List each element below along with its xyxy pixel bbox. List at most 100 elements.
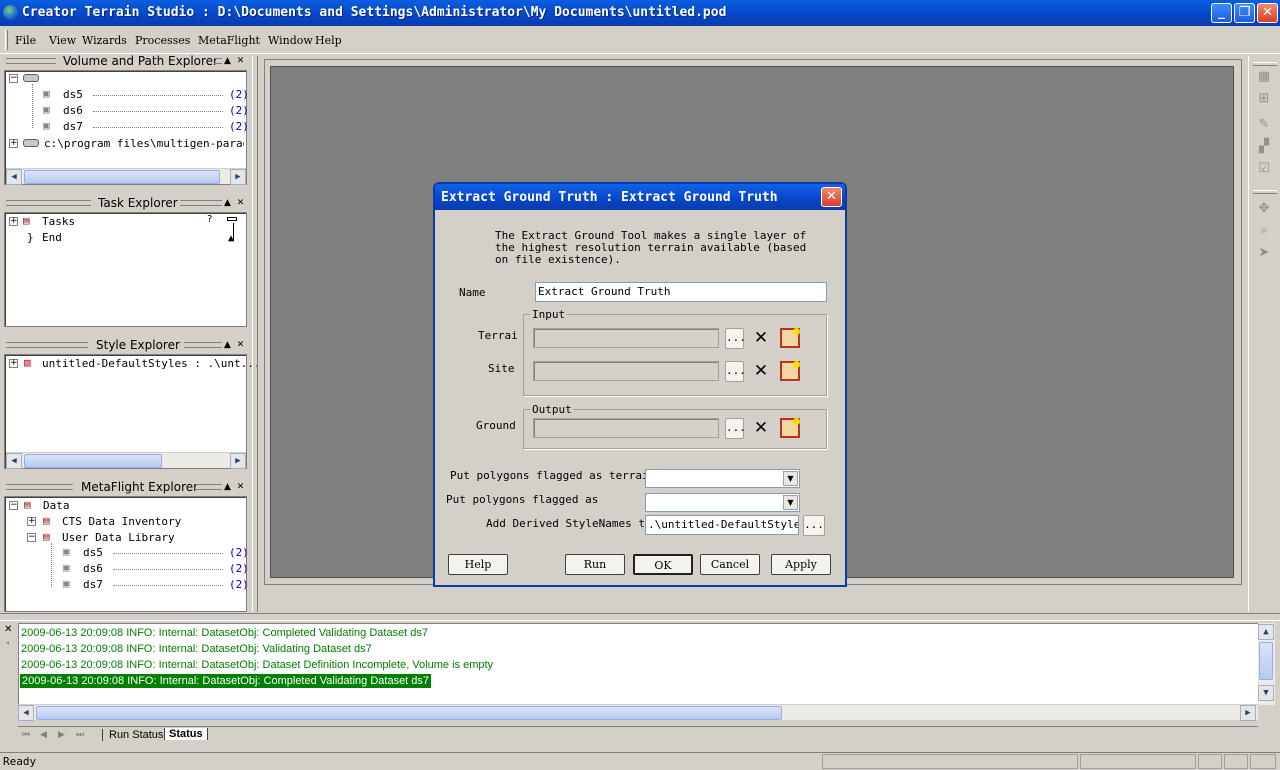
- stylenames-input[interactable]: .\untitled-DefaultStyles.: [645, 515, 799, 535]
- panel-close-icon[interactable]: ✕: [235, 482, 246, 493]
- tree-item-ds7[interactable]: ▣ ds7 (2): [63, 577, 249, 593]
- scroll-thumb[interactable]: [36, 706, 782, 720]
- scroll-left-icon[interactable]: ◀: [6, 169, 22, 185]
- apply-button[interactable]: Apply: [771, 554, 831, 575]
- prev-tab-icon[interactable]: ◀: [40, 730, 47, 740]
- metaflight-explorer-header[interactable]: MetaFlight Explorer ▲ ✕: [4, 480, 248, 496]
- window-title-bar[interactable]: Creator Terrain Studio : D:\Documents an…: [0, 0, 1280, 26]
- horizontal-splitter[interactable]: [0, 613, 1280, 621]
- restore-button[interactable]: ❐: [1234, 3, 1255, 23]
- dialog-close-button[interactable]: ✕: [821, 187, 842, 207]
- tree-item-ds6[interactable]: ▣ ds6 (2): [43, 103, 249, 119]
- dialog-title-bar[interactable]: Extract Ground Truth : Extract Ground Tr…: [435, 184, 845, 210]
- grid-icon[interactable]: ▦: [1256, 70, 1272, 84]
- scroll-right-icon[interactable]: ▶: [1240, 705, 1256, 721]
- minimize-button[interactable]: _: [1211, 3, 1232, 23]
- chevron-down-icon[interactable]: ▼: [783, 495, 798, 510]
- chevron-down-icon[interactable]: ▼: [783, 471, 798, 486]
- expand-icon[interactable]: +: [9, 217, 18, 226]
- menu-wizards[interactable]: Wizards: [82, 34, 127, 47]
- vertical-splitter[interactable]: [252, 56, 258, 612]
- ground-new-icon[interactable]: [780, 418, 800, 438]
- panel-maximize-icon[interactable]: ▲: [222, 340, 233, 351]
- horizontal-scrollbar[interactable]: ◀ ▶: [6, 168, 246, 185]
- scroll-right-icon[interactable]: ▶: [230, 169, 246, 185]
- ground-browse-button[interactable]: ...: [725, 418, 746, 439]
- help-button[interactable]: Help: [448, 554, 508, 575]
- scroll-left-icon[interactable]: ◀: [6, 453, 22, 469]
- tree-item-ds6[interactable]: ▣ ds6 (2): [63, 561, 249, 577]
- scroll-up-icon[interactable]: ▲: [1258, 624, 1274, 640]
- close-window-button[interactable]: ✕: [1257, 3, 1278, 23]
- menu-grip[interactable]: [5, 30, 8, 50]
- menu-file[interactable]: File: [15, 34, 36, 47]
- zoom-icon[interactable]: ⌕: [1256, 224, 1272, 238]
- scroll-thumb[interactable]: [1259, 642, 1273, 680]
- scroll-right-icon[interactable]: ▶: [230, 453, 246, 469]
- terrain-browse-button[interactable]: ...: [725, 328, 746, 349]
- site-clear-icon[interactable]: ✕: [751, 361, 771, 381]
- expand-icon[interactable]: −: [27, 533, 36, 542]
- layers-icon[interactable]: ▞: [1256, 140, 1272, 154]
- tree-item-end[interactable]: End: [42, 231, 62, 247]
- ok-button[interactable]: OK: [633, 554, 693, 575]
- horizontal-scrollbar[interactable]: ◀ ▶: [6, 452, 246, 469]
- log-pin-icon[interactable]: ◂: [5, 638, 10, 647]
- scroll-thumb[interactable]: [24, 170, 220, 184]
- expand-icon[interactable]: −: [9, 501, 18, 510]
- check-icon[interactable]: ☑: [1256, 162, 1272, 176]
- volume-explorer-header[interactable]: Volume and Path Explorer ▲ ✕: [4, 54, 248, 70]
- next-tab-icon[interactable]: ▶: [58, 730, 65, 740]
- tree-item-tasks[interactable]: Tasks: [42, 215, 75, 231]
- panel-maximize-icon[interactable]: ▲: [222, 198, 233, 209]
- menu-metaflight[interactable]: MetaFlight: [198, 34, 260, 47]
- task-explorer-header[interactable]: Task Explorer ▲ ✕: [4, 196, 248, 212]
- menu-view[interactable]: View: [49, 34, 76, 47]
- menu-window[interactable]: Window: [268, 34, 313, 47]
- panel-maximize-icon[interactable]: ▲: [222, 56, 233, 67]
- tree-item-data[interactable]: Data: [43, 499, 70, 515]
- menu-help[interactable]: Help: [315, 34, 342, 47]
- site-browse-button[interactable]: ...: [725, 361, 746, 382]
- tree-item-ds5[interactable]: ▣ ds5 (2): [43, 87, 249, 103]
- polygons-select[interactable]: ▼: [645, 493, 800, 512]
- terrain-polygons-select[interactable]: ▼: [645, 469, 800, 488]
- site-input[interactable]: [533, 361, 719, 381]
- ground-input[interactable]: [533, 418, 719, 438]
- ground-clear-icon[interactable]: ✕: [751, 418, 771, 438]
- expand-icon[interactable]: +: [27, 517, 36, 526]
- stylenames-browse-button[interactable]: ...: [803, 515, 825, 536]
- move-icon[interactable]: ✥: [1256, 202, 1272, 216]
- tree-item-cts-inventory[interactable]: CTS Data Inventory: [62, 515, 181, 531]
- panel-maximize-icon[interactable]: ▲: [222, 482, 233, 493]
- run-button[interactable]: Run: [565, 554, 625, 575]
- scroll-down-icon[interactable]: ▼: [1258, 685, 1274, 701]
- cancel-button[interactable]: Cancel: [700, 554, 760, 575]
- pointer-icon[interactable]: ➤: [1256, 246, 1272, 260]
- table-icon[interactable]: ⊞: [1256, 92, 1272, 106]
- tree-item-ds7[interactable]: ▣ ds7 (2): [43, 119, 249, 135]
- terrain-clear-icon[interactable]: ✕: [751, 328, 771, 348]
- panel-close-icon[interactable]: ✕: [235, 56, 246, 67]
- site-new-icon[interactable]: [780, 361, 800, 381]
- expand-icon[interactable]: −: [9, 74, 18, 83]
- tab-status[interactable]: Status: [164, 728, 208, 740]
- name-input[interactable]: Extract Ground Truth: [535, 282, 827, 302]
- tree-item-default-styles[interactable]: untitled-DefaultStyles : .\unt...: [42, 357, 261, 373]
- edit-icon[interactable]: ✎: [1256, 118, 1272, 132]
- panel-close-icon[interactable]: ✕: [235, 198, 246, 209]
- log-output[interactable]: 2009-06-13 20:09:08 INFO: Internal: Data…: [18, 623, 1260, 705]
- tree-item-ds5[interactable]: ▣ ds5 (2): [63, 545, 249, 561]
- first-tab-icon[interactable]: ⏮: [22, 730, 30, 740]
- log-close-icon[interactable]: ✕: [4, 624, 12, 635]
- tab-run-status[interactable]: Run Status: [102, 729, 169, 741]
- scroll-left-icon[interactable]: ◀: [18, 705, 34, 721]
- menu-processes[interactable]: Processes: [135, 34, 190, 47]
- expand-icon[interactable]: +: [9, 359, 18, 368]
- terrain-input[interactable]: [533, 328, 719, 348]
- style-explorer-header[interactable]: Style Explorer ▲ ✕: [4, 338, 248, 354]
- log-vertical-scrollbar[interactable]: ▲ ▼: [1258, 623, 1275, 705]
- tree-item-path[interactable]: c:\program files\multigen-paradigm: [44, 137, 244, 153]
- last-tab-icon[interactable]: ⏭: [76, 730, 84, 740]
- panel-close-icon[interactable]: ✕: [235, 340, 246, 351]
